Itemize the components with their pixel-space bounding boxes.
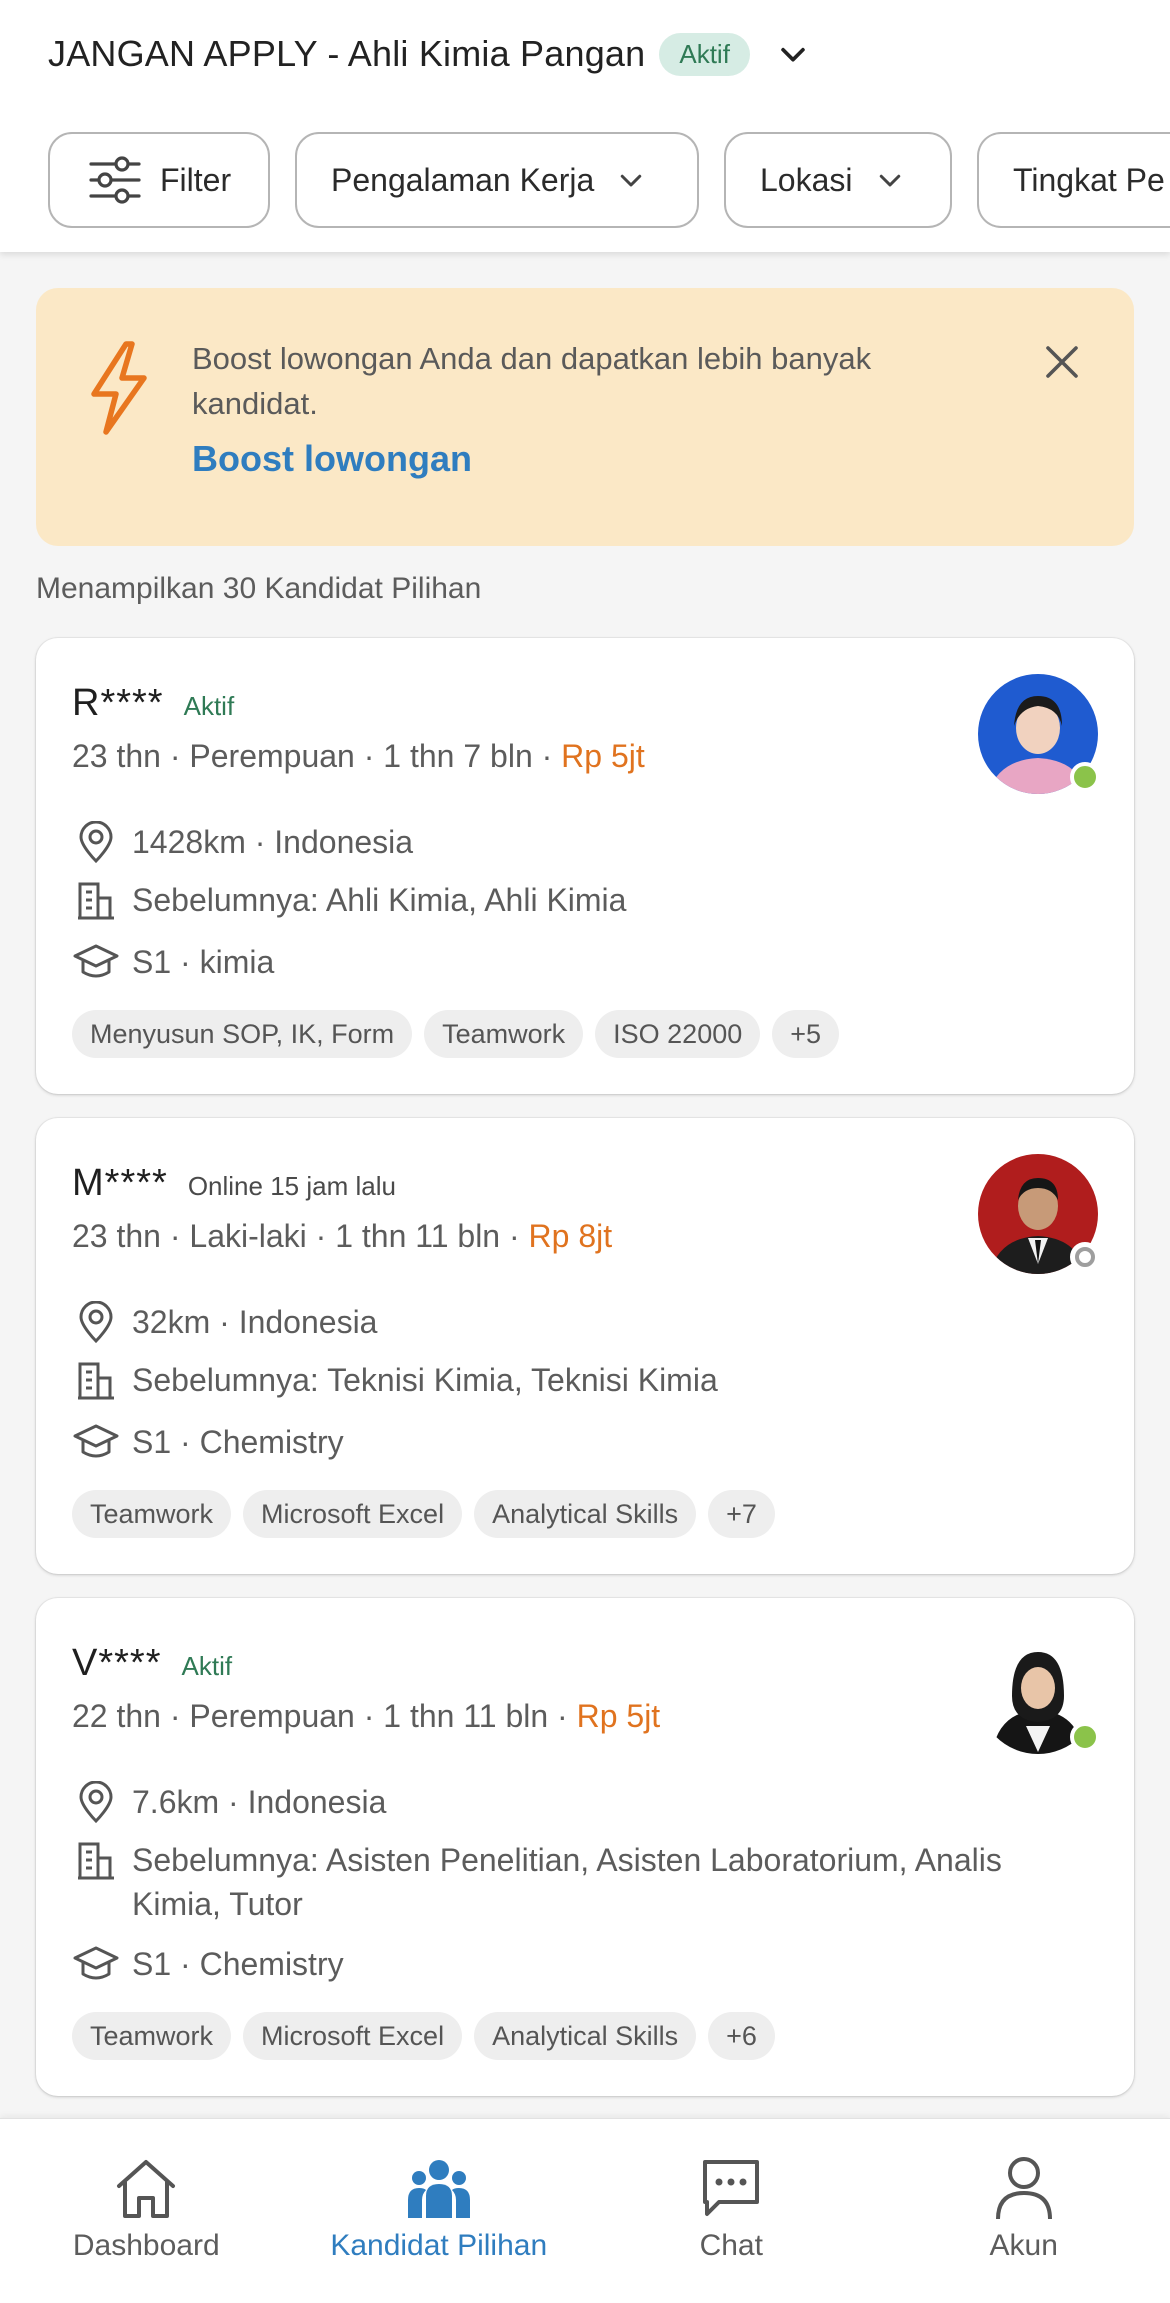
candidate-previous-jobs: Sebelumnya: Teknisi Kimia, Teknisi Kimia [72,1358,1072,1402]
candidate-location: 1428km · Indonesia [72,820,1072,864]
candidate-name-row: M**** Online 15 jam lalu [72,1162,396,1205]
skill-tag: ISO 22000 [595,1010,761,1058]
candidate-name: R**** [72,682,164,724]
graduation-cap-icon [72,940,120,984]
boost-message: Boost lowongan Anda dan dapatkan lebih b… [192,341,872,421]
building-icon [72,1838,120,1882]
candidate-name-row: V**** Aktif [72,1642,232,1685]
candidate-education: S1 · Chemistry [72,1942,1072,1986]
candidate-status: Online 15 jam lalu [187,1171,396,1201]
filter-education-level[interactable]: Tingkat Pe [977,132,1170,228]
filter-location-label: Lokasi [760,161,853,198]
building-icon [72,1358,120,1402]
nav-chat[interactable]: Chat [585,2119,878,2303]
skill-tags: Teamwork Microsoft Excel Analytical Skil… [72,2012,775,2060]
chevron-down-icon [616,165,646,195]
location-pin-icon [72,820,120,864]
filter-experience[interactable]: Pengalaman Kerja [295,132,699,228]
more-skills-tag: +5 [772,1010,840,1058]
graduation-cap-icon [72,1942,120,1986]
skill-tag: Menyusun SOP, IK, Form [72,1010,413,1058]
candidate-meta-text: 23 thn · Laki-laki · 1 thn 11 bln · [72,1218,529,1254]
chevron-down-icon[interactable] [776,37,810,71]
candidate-status: Aktif [183,691,235,721]
candidate-name: V**** [72,1642,162,1684]
skill-tags: Menyusun SOP, IK, Form Teamwork ISO 2200… [72,1010,840,1058]
filter-education-label: Tingkat Pe [1013,161,1165,198]
skill-tags: Teamwork Microsoft Excel Analytical Skil… [72,1490,775,1538]
candidate-meta-text: 22 thn · Perempuan · 1 thn 11 bln · [72,1698,577,1734]
job-status-badge: Aktif [659,32,750,76]
candidate-meta: 23 thn · Perempuan · 1 thn 7 bln · Rp 5j… [72,738,645,775]
skill-tag: Microsoft Excel [243,1490,463,1538]
avatar [978,1634,1100,1754]
chat-icon [699,2153,763,2223]
filter-location[interactable]: Lokasi [724,132,952,228]
candidate-status: Aktif [181,1651,233,1681]
skill-tag: Analytical Skills [474,2012,697,2060]
more-skills-tag: +6 [708,2012,775,2060]
boost-banner: Boost lowongan Anda dan dapatkan lebih b… [36,288,1134,546]
candidate-salary: Rp 5jt [561,738,645,774]
candidate-location: 7.6km · Indonesia [72,1780,1072,1824]
nav-kandidat-pilihan[interactable]: Kandidat Pilihan [293,2119,586,2303]
candidate-education: S1 · Chemistry [72,1420,1072,1464]
job-title-row[interactable]: JANGAN APPLY - Ahli Kimia Pangan Aktif [48,24,810,84]
job-title[interactable]: JANGAN APPLY - Ahli Kimia Pangan [48,33,645,75]
skill-tag: Microsoft Excel [243,2012,463,2060]
lightning-icon [82,338,154,443]
bottom-navigation: Dashboard Kandidat Pilihan Chat Akun [0,2118,1170,2303]
filter-button[interactable]: Filter [48,132,270,228]
candidate-meta-text: 23 thn · Perempuan · 1 thn 7 bln · [72,738,562,774]
candidate-name: M**** [72,1162,168,1204]
more-skills-tag: +7 [708,1490,775,1538]
avatar [978,674,1100,794]
filter-experience-label: Pengalaman Kerja [331,161,595,198]
candidate-education: S1 · kimia [72,940,1072,984]
results-count: Menampilkan 30 Kandidat Pilihan [36,572,482,605]
filter-bar: Filter Pengalaman Kerja Lokasi Tingkat P… [48,132,1170,228]
filter-label: Filter [160,161,232,198]
candidate-name-row: R**** Aktif [72,682,234,725]
nav-dashboard-label: Dashboard [72,2229,220,2262]
nav-akun[interactable]: Akun [878,2119,1170,2303]
candidate-salary: Rp 5jt [576,1698,661,1734]
candidate-salary: Rp 8jt [528,1218,613,1254]
nav-akun-label: Akun [989,2229,1058,2262]
online-indicator [1070,1722,1100,1752]
home-icon [113,2153,179,2223]
graduation-cap-icon [72,1420,120,1464]
avatar [978,1154,1100,1274]
skill-tag: Teamwork [424,1010,584,1058]
candidate-card[interactable]: R**** Aktif 23 thn · Perempuan · 1 thn 7… [36,638,1134,1094]
candidate-previous-jobs: Sebelumnya: Ahli Kimia, Ahli Kimia [72,878,1072,922]
sliders-icon [88,155,142,205]
close-icon[interactable] [1044,344,1080,380]
building-icon [72,878,120,922]
online-indicator [1070,762,1100,792]
candidate-card[interactable]: M**** Online 15 jam lalu 23 thn · Laki-l… [36,1118,1134,1574]
offline-indicator [1070,1242,1100,1272]
candidate-card[interactable]: V**** Aktif 22 thn · Perempuan · 1 thn 1… [36,1598,1134,2096]
candidate-meta: 23 thn · Laki-laki · 1 thn 11 bln · Rp 8… [72,1218,612,1255]
skill-tag: Teamwork [72,1490,232,1538]
skill-tag: Analytical Skills [474,1490,697,1538]
boost-link[interactable]: Boost lowongan [192,438,472,480]
user-icon [994,2153,1054,2223]
nav-dashboard[interactable]: Dashboard [0,2119,293,2303]
skill-tag: Teamwork [72,2012,232,2060]
top-header: JANGAN APPLY - Ahli Kimia Pangan Aktif F… [0,0,1170,252]
nav-kandidat-pilihan-label: Kandidat Pilihan [330,2229,548,2262]
location-pin-icon [72,1780,120,1824]
candidate-meta: 22 thn · Perempuan · 1 thn 11 bln · Rp 5… [72,1698,660,1735]
chevron-down-icon [875,165,905,195]
location-pin-icon [72,1300,120,1344]
people-icon [406,2153,472,2223]
candidate-previous-jobs: Sebelumnya: Asisten Penelitian, Asisten … [72,1838,1072,1926]
candidate-location: 32km · Indonesia [72,1300,1072,1344]
nav-chat-label: Chat [699,2229,763,2262]
